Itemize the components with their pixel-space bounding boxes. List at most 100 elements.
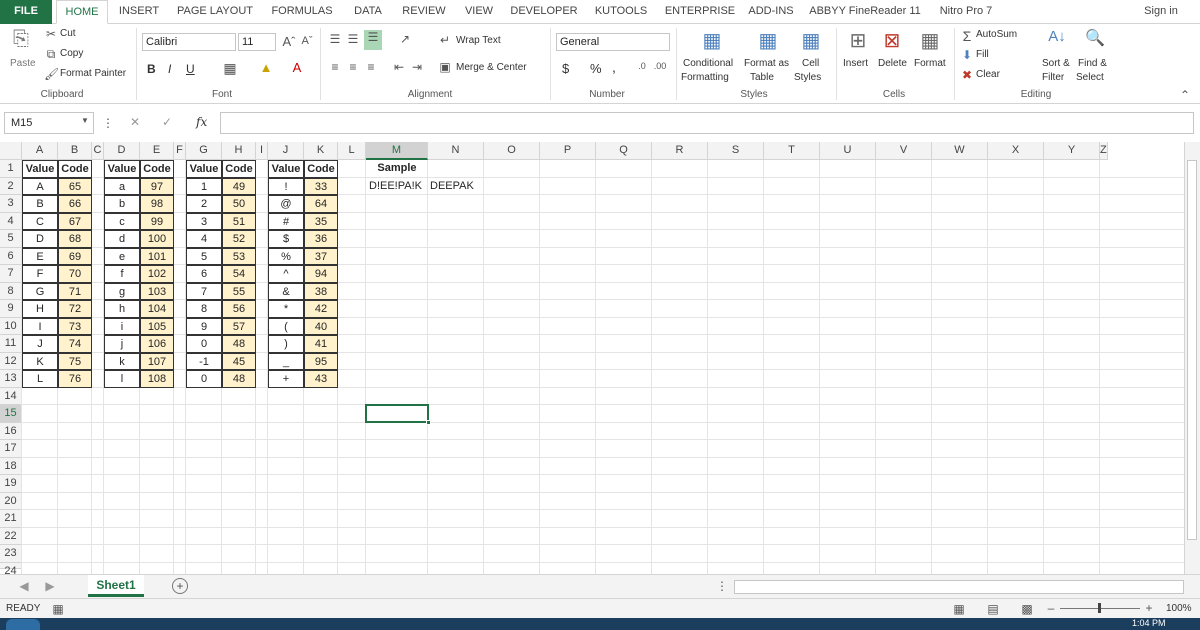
tab-add-ins[interactable]: ADD-INS <box>744 0 798 24</box>
column-header-q[interactable]: Q <box>596 142 652 160</box>
paste-icon[interactable]: ⎘ <box>8 28 34 54</box>
value-cell[interactable]: g <box>104 282 140 300</box>
font-size-select[interactable]: 11 <box>238 33 276 51</box>
code-cell[interactable]: 95 <box>304 352 338 370</box>
align-right-icon[interactable]: ≡ <box>364 60 378 74</box>
format-cells-button[interactable]: Format <box>914 58 946 69</box>
row-header-22[interactable]: 22 <box>0 527 22 545</box>
row-header-13[interactable]: 13 <box>0 370 22 388</box>
format-table-label2[interactable]: Table <box>750 72 774 83</box>
decrease-indent-icon[interactable]: ⇤ <box>392 60 406 74</box>
value-cell[interactable]: -1 <box>186 352 222 370</box>
code-cell[interactable]: 99 <box>140 212 174 230</box>
value-cell[interactable]: a <box>104 177 140 195</box>
value-cell[interactable]: j <box>104 335 140 353</box>
vertical-scroll-thumb[interactable] <box>1187 160 1197 540</box>
column-header-y[interactable]: Y <box>1044 142 1100 160</box>
column-header-r[interactable]: R <box>652 142 708 160</box>
value-cell[interactable]: 2 <box>186 195 222 213</box>
bold-button[interactable]: B <box>147 62 156 76</box>
column-header-f[interactable]: F <box>174 142 186 160</box>
tab-nitro[interactable]: Nitro Pro 7 <box>930 0 1002 24</box>
new-sheet-icon[interactable]: + <box>172 578 188 594</box>
percent-button[interactable]: % <box>590 61 602 76</box>
code-cell[interactable]: 51 <box>222 212 256 230</box>
column-header-u[interactable]: U <box>820 142 876 160</box>
code-cell[interactable]: 50 <box>222 195 256 213</box>
enter-icon[interactable]: ✓ <box>160 115 174 129</box>
code-cell[interactable]: 40 <box>304 317 338 335</box>
row-header-4[interactable]: 4 <box>0 212 22 230</box>
code-cell[interactable]: 33 <box>304 177 338 195</box>
row-header-8[interactable]: 8 <box>0 282 22 300</box>
row-header-2[interactable]: 2 <box>0 177 22 195</box>
column-header-x[interactable]: X <box>988 142 1044 160</box>
value-cell[interactable]: K <box>22 352 58 370</box>
formula-bar-handle-icon[interactable]: ⋮ <box>102 116 114 130</box>
code-cell[interactable]: 35 <box>304 212 338 230</box>
value-cell[interactable]: I <box>22 317 58 335</box>
value-cell[interactable]: # <box>268 212 304 230</box>
horizontal-scrollbar[interactable] <box>734 580 1184 594</box>
value-cell[interactable]: h <box>104 300 140 318</box>
code-cell[interactable]: 105 <box>140 317 174 335</box>
value-cell[interactable]: d <box>104 230 140 248</box>
value-cell[interactable]: c <box>104 212 140 230</box>
code-cell[interactable]: 97 <box>140 177 174 195</box>
active-cell-m15[interactable] <box>365 404 429 423</box>
column-header-g[interactable]: G <box>186 142 222 160</box>
page-break-view-icon[interactable]: ▩ <box>1020 602 1034 616</box>
column-header-m[interactable]: M <box>366 142 428 160</box>
code-cell[interactable]: 42 <box>304 300 338 318</box>
value-cell[interactable]: $ <box>268 230 304 248</box>
value-cell[interactable]: 4 <box>186 230 222 248</box>
wrap-text-button[interactable]: Wrap Text <box>456 35 501 46</box>
value-cell[interactable]: C <box>22 212 58 230</box>
value-cell[interactable]: E <box>22 247 58 265</box>
column-header-v[interactable]: V <box>876 142 932 160</box>
row-header-12[interactable]: 12 <box>0 352 22 370</box>
code-cell[interactable]: 36 <box>304 230 338 248</box>
cell-styles-label2[interactable]: Styles <box>794 72 821 83</box>
column-header-d[interactable]: D <box>104 142 140 160</box>
code-cell[interactable]: 54 <box>222 265 256 283</box>
copy-button[interactable]: Copy <box>60 48 83 59</box>
row-header-24[interactable]: 24 <box>0 562 22 577</box>
code-cell[interactable]: 66 <box>58 195 92 213</box>
sample-output-cell[interactable]: DEEPAK <box>430 178 486 196</box>
align-left-icon[interactable]: ≡ <box>328 60 342 74</box>
code-cell[interactable]: 94 <box>304 265 338 283</box>
value-cell[interactable]: 1 <box>186 177 222 195</box>
code-cell[interactable]: 49 <box>222 177 256 195</box>
cancel-icon[interactable]: ✕ <box>128 115 142 129</box>
row-header-15[interactable]: 15 <box>0 405 22 423</box>
column-header-z[interactable]: Z <box>1100 142 1108 160</box>
row-header-7[interactable]: 7 <box>0 265 22 283</box>
row-header-10[interactable]: 10 <box>0 317 22 335</box>
code-cell[interactable]: 45 <box>222 352 256 370</box>
column-header-t[interactable]: T <box>764 142 820 160</box>
code-cell[interactable]: 53 <box>222 247 256 265</box>
align-center-icon[interactable]: ≡ <box>346 60 360 74</box>
zoom-out-icon[interactable]: – <box>1046 601 1056 615</box>
align-bottom-icon[interactable]: ☰ <box>364 30 382 50</box>
code-cell[interactable]: 57 <box>222 317 256 335</box>
tab-insert[interactable]: INSERT <box>112 0 166 24</box>
row-header-11[interactable]: 11 <box>0 335 22 353</box>
table-header-code[interactable]: Code <box>58 160 92 178</box>
align-middle-icon[interactable]: ☰ <box>346 32 360 46</box>
merge-center-button[interactable]: Merge & Center <box>456 62 527 73</box>
value-cell[interactable]: L <box>22 370 58 388</box>
row-header-9[interactable]: 9 <box>0 300 22 318</box>
code-cell[interactable]: 108 <box>140 370 174 388</box>
currency-button[interactable]: $ <box>562 61 569 76</box>
value-cell[interactable]: 3 <box>186 212 222 230</box>
name-box-dropdown-icon[interactable]: ▼ <box>80 116 90 125</box>
formula-input[interactable] <box>220 112 1194 134</box>
borders-icon[interactable]: ▦ <box>222 60 238 77</box>
scroll-left-tab-icon[interactable]: ◀ <box>18 579 30 593</box>
zoom-slider-thumb[interactable] <box>1098 603 1101 613</box>
row-header-3[interactable]: 3 <box>0 195 22 213</box>
value-cell[interactable]: _ <box>268 352 304 370</box>
row-header-18[interactable]: 18 <box>0 457 22 475</box>
